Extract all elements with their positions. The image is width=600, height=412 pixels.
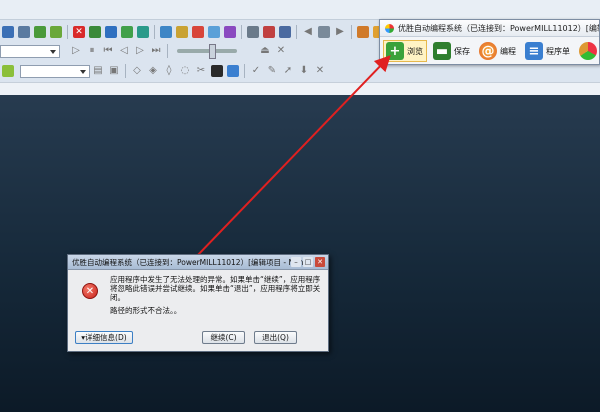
pencil-icon[interactable]: ✎ (266, 65, 278, 77)
view-icon[interactable] (2, 26, 14, 38)
program-sheet-icon: ≡ (525, 42, 543, 60)
measure-icon[interactable]: ◌ (179, 65, 191, 77)
open-icon[interactable]: ▤ (92, 65, 104, 77)
save-button[interactable]: ▬ 保存 (431, 40, 473, 62)
material-icon[interactable] (2, 65, 14, 77)
edit-icon[interactable] (227, 65, 239, 77)
pause-icon[interactable]: ⏸ (86, 45, 98, 57)
toolbar-separator (241, 25, 242, 39)
minimize-icon[interactable]: – (291, 257, 301, 267)
link-icon[interactable] (50, 26, 62, 38)
play-icon[interactable]: ▶ (334, 26, 346, 38)
boundary-icon[interactable] (176, 26, 188, 38)
transform-icon[interactable] (89, 26, 101, 38)
toolbar-separator (244, 64, 245, 78)
dialog-title: 优胜自动编程系统（已连接到：PowerMILL11012）[编辑项目 - Non… (72, 257, 311, 267)
palette-titlebar[interactable]: 优胜自动编程系统（已连接到：PowerMILL11012）[编辑项目 (380, 20, 599, 37)
tool-holder-icon[interactable] (211, 65, 223, 77)
close-toolbar-icon[interactable]: ✕ (314, 65, 326, 77)
speed-slider[interactable] (177, 44, 237, 59)
delete-icon[interactable]: ✕ (73, 26, 85, 38)
tool-combo[interactable] (0, 44, 60, 58)
error-dialog: 优胜自动编程系统（已连接到：PowerMILL11012）[编辑项目 - Non… (67, 254, 329, 352)
settings-icon[interactable] (318, 26, 330, 38)
tick-icon[interactable]: ✓ (250, 65, 262, 77)
app-logo-icon (385, 23, 394, 33)
close-toolbar-icon[interactable]: ✕ (275, 45, 287, 57)
save-disk-icon: ▬ (433, 42, 451, 60)
window-controls: – □ ✕ (289, 257, 325, 267)
palette-buttons: + 浏览 ▬ 保存 @ 编程 ≡ 程序单 (380, 37, 599, 65)
block-icon[interactable] (105, 26, 117, 38)
toolbar-separator (154, 25, 155, 39)
continue-button[interactable]: 继续(C) (202, 331, 245, 344)
browse-label: 浏览 (407, 46, 423, 56)
program-sheet-button[interactable]: ≡ 程序单 (523, 40, 573, 62)
error-message: 应用程序中发生了无法处理的异常。如果单击“继续”，应用程序将忽略此错误并尝试继续… (110, 275, 321, 302)
program-sheet-label: 程序单 (546, 46, 570, 56)
tool-icon[interactable] (34, 26, 46, 38)
material-combo[interactable] (20, 64, 90, 78)
program-swirl-icon: @ (479, 42, 497, 60)
maximize-icon[interactable]: □ (303, 257, 313, 267)
wireframe-icon[interactable] (208, 26, 220, 38)
plugin-palette: 优胜自动编程系统（已连接到：PowerMILL11012）[编辑项目 + 浏览 … (379, 19, 600, 65)
color-wheel-icon (579, 42, 597, 60)
eject-icon[interactable]: ⏏ (259, 45, 271, 57)
error-detail: 路径的形式不合法。。 (110, 306, 182, 315)
error-icon: ✕ (82, 283, 98, 299)
toolbar-separator (167, 44, 168, 58)
close-icon[interactable]: ✕ (315, 257, 325, 267)
verify-icon[interactable] (263, 26, 275, 38)
save-icon[interactable]: ▣ (108, 65, 120, 77)
menu-bar (0, 0, 600, 20)
details-button[interactable]: ▾详细信息(D) (75, 331, 133, 344)
simulate-icon[interactable] (247, 26, 259, 38)
cut-icon[interactable]: ✂ (195, 65, 207, 77)
pattern-icon[interactable] (137, 26, 149, 38)
step-forward-icon[interactable]: ▷ (134, 45, 146, 57)
toolbar-separator (296, 25, 297, 39)
step-back-icon[interactable]: ◀ (302, 26, 314, 38)
dialog-titlebar[interactable]: 优胜自动编程系统（已连接到：PowerMILL11012）[编辑项目 - Non… (68, 255, 328, 270)
color-wheel-button[interactable] (577, 40, 600, 62)
down-icon[interactable]: ⬇ (298, 65, 310, 77)
rotate-icon[interactable]: ◈ (147, 65, 159, 77)
arrow-icon[interactable]: ➚ (282, 65, 294, 77)
save-label: 保存 (454, 46, 470, 56)
program-label: 编程 (500, 46, 516, 56)
toolbar-separator (125, 64, 126, 78)
step-back-icon[interactable]: ⏮ (102, 45, 114, 57)
palette-title: 优胜自动编程系统（已连接到：PowerMILL11012）[编辑项目 (398, 23, 599, 33)
shape-icon[interactable]: ◇ (131, 65, 143, 77)
nc-program-icon[interactable] (279, 26, 291, 38)
play-button-icon[interactable]: ▷ (70, 45, 82, 57)
quit-button[interactable]: 退出(Q) (254, 331, 297, 344)
end-icon[interactable]: ⏭ (150, 45, 162, 57)
green-plus-icon: + (386, 42, 404, 60)
rewind-icon[interactable]: ◁ (118, 45, 130, 57)
model-icon[interactable] (160, 26, 172, 38)
toolbar-separator (67, 25, 68, 39)
dimension-icon[interactable]: ◊ (163, 65, 175, 77)
circle-icon[interactable] (357, 26, 369, 38)
frame-icon[interactable] (18, 26, 30, 38)
toolpath-icon[interactable] (121, 26, 133, 38)
level-icon[interactable] (224, 26, 236, 38)
browse-button[interactable]: + 浏览 (383, 40, 427, 62)
toolbar-separator (351, 25, 352, 39)
toolbar-bottom-strip (0, 82, 600, 95)
program-button[interactable]: @ 编程 (477, 40, 519, 62)
shade-icon[interactable] (192, 26, 204, 38)
